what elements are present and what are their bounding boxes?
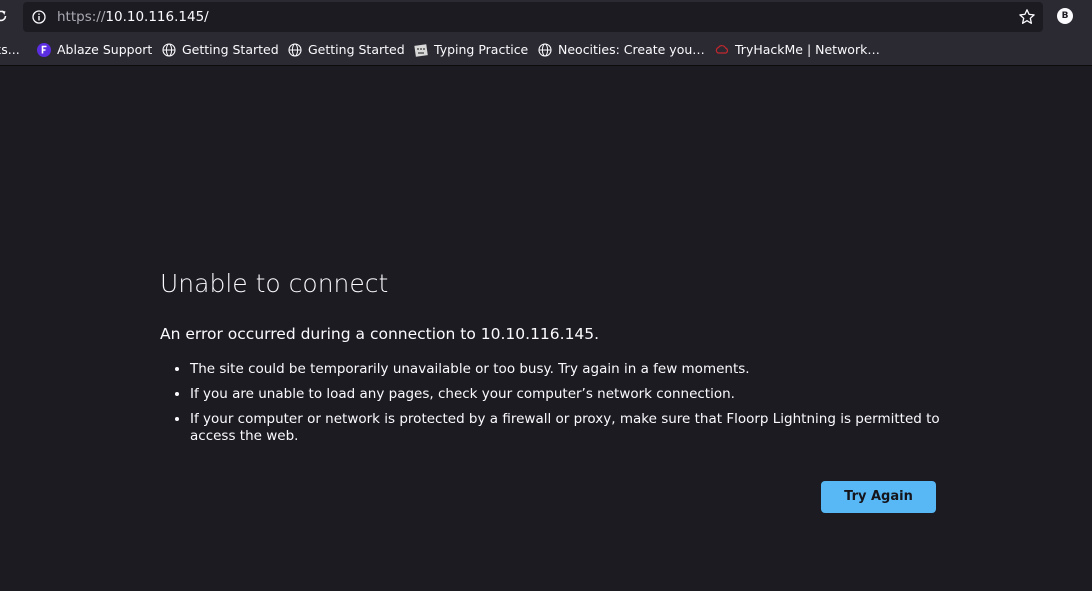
- bookmark-label: Typing Practice: [434, 42, 529, 57]
- globe-icon: [538, 43, 552, 57]
- reload-icon[interactable]: [0, 9, 8, 23]
- bookmark-label: TryHackMe | Network…: [735, 42, 880, 57]
- url-host: 10.10.116.145/: [105, 9, 209, 25]
- bookmark-label: Neocities: Create you…: [558, 42, 705, 57]
- bookmark-label: ks...: [0, 42, 20, 57]
- try-again-button[interactable]: Try Again: [821, 481, 936, 513]
- site-info-icon[interactable]: [32, 10, 46, 24]
- error-reasons-list: The site could be temporarily unavailabl…: [173, 361, 960, 453]
- bookmark-label: Getting Started: [182, 42, 279, 57]
- bookmarks-toolbar: ks... Ablaze Support Getting Started Get…: [0, 33, 1092, 66]
- list-item: If your computer or network is protected…: [190, 411, 960, 445]
- globe-icon: [288, 43, 302, 57]
- bookmark-label: Getting Started: [308, 42, 405, 57]
- typing-site-icon: [414, 44, 428, 57]
- url-bar[interactable]: https://10.10.116.145/: [23, 2, 1043, 32]
- url-text[interactable]: https://10.10.116.145/: [57, 9, 209, 25]
- url-scheme: https://: [57, 9, 106, 25]
- error-description: An error occurred during a connection to…: [160, 325, 600, 343]
- list-item: If you are unable to load any pages, che…: [190, 386, 960, 403]
- list-item: The site could be temporarily unavailabl…: [190, 361, 960, 378]
- page-title: Unable to connect: [160, 269, 389, 298]
- ablaze-logo-icon: [37, 43, 51, 57]
- account-avatar-icon[interactable]: B: [1057, 8, 1073, 24]
- error-page: Unable to connect An error occurred duri…: [0, 66, 1092, 591]
- bookmark-star-icon[interactable]: [1018, 8, 1036, 26]
- tryhackme-logo-icon: [715, 45, 729, 54]
- bookmark-label: Ablaze Support: [57, 42, 153, 57]
- navigation-toolbar: https://10.10.116.145/ B: [0, 0, 1092, 33]
- globe-icon: [162, 43, 176, 57]
